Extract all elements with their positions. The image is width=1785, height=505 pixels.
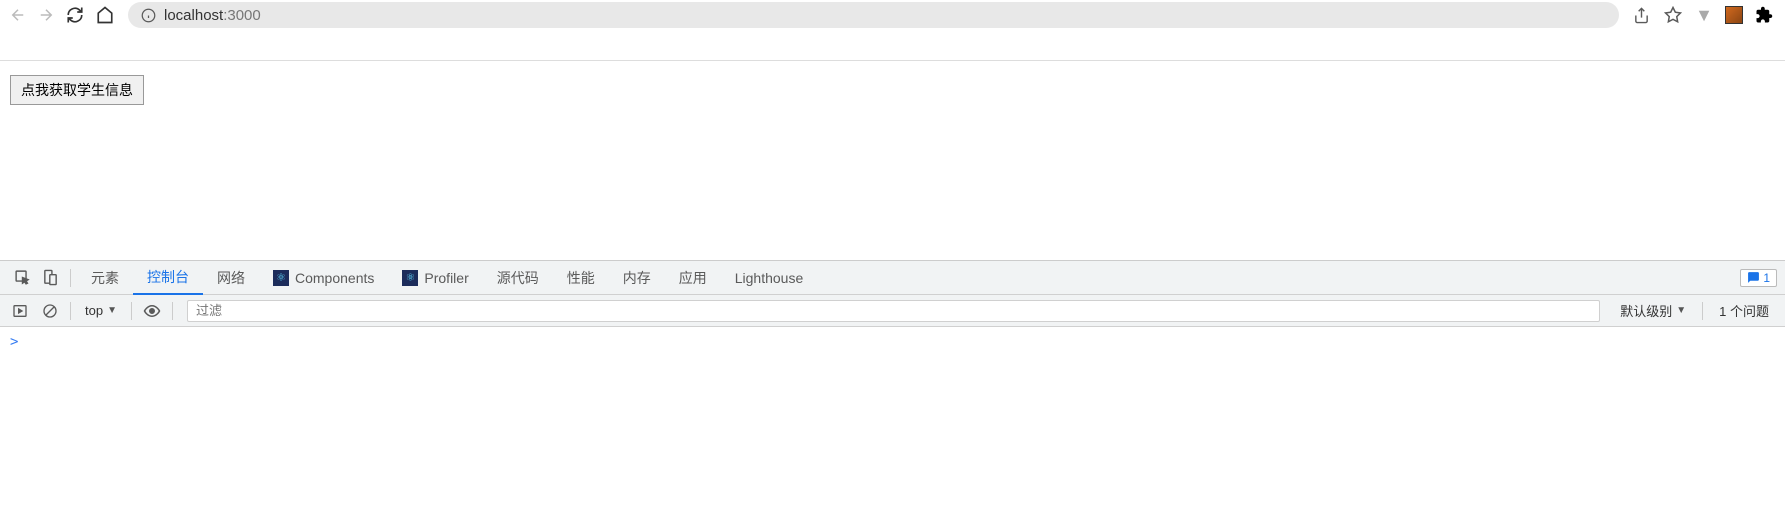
context-selector[interactable]: top ▼ [79,303,123,318]
messages-badge[interactable]: 1 [1740,269,1777,287]
devtools-panel: 元素 控制台 网络 ⚛ Components ⚛ Profiler 源代码 性能… [0,260,1785,505]
get-student-info-button[interactable]: 点我获取学生信息 [10,75,144,105]
tab-components[interactable]: ⚛ Components [259,261,388,295]
tab-memory[interactable]: 内存 [609,261,665,295]
browser-toolbar: localhost:3000 ▼ [0,0,1785,30]
console-prompt-icon: > [10,334,18,350]
clear-console-icon[interactable] [38,299,62,323]
problems-count[interactable]: 1 个问题 [1711,301,1777,320]
tab-profiler[interactable]: ⚛ Profiler [388,261,482,295]
tab-performance[interactable]: 性能 [553,261,609,295]
inspect-element-icon[interactable] [8,264,36,292]
extension-icon-1[interactable] [1725,6,1743,24]
live-expression-icon[interactable] [140,299,164,323]
tab-network[interactable]: 网络 [203,261,259,295]
toolbar-right: ▼ [1631,5,1777,26]
react-icon: ⚛ [402,270,418,286]
separator [172,302,173,320]
site-info-icon[interactable] [140,7,156,23]
home-button[interactable] [94,4,116,26]
toggle-sidebar-icon[interactable] [8,299,32,323]
separator [70,269,71,287]
forward-button[interactable] [36,5,56,25]
filter-input[interactable] [187,300,1600,322]
address-bar[interactable]: localhost:3000 [128,2,1619,28]
device-toolbar-icon[interactable] [36,264,64,292]
tab-sources[interactable]: 源代码 [483,261,553,295]
separator [131,302,132,320]
separator [70,302,71,320]
tab-application[interactable]: 应用 [665,261,721,295]
console-body[interactable]: > [0,327,1785,505]
dropdown-triangle-icon: ▼ [1676,305,1686,316]
console-toolbar: top ▼ 默认级别 ▼ 1 个问题 [0,295,1785,327]
tab-elements[interactable]: 元素 [77,261,133,295]
react-icon: ⚛ [273,270,289,286]
page-content: 点我获取学生信息 [0,60,1785,260]
share-icon[interactable] [1631,5,1651,25]
back-button[interactable] [8,5,28,25]
dropdown-triangle-icon: ▼ [107,305,117,316]
bookmark-icon[interactable] [1663,5,1683,25]
devtools-tabs: 元素 控制台 网络 ⚛ Components ⚛ Profiler 源代码 性能… [0,261,1785,295]
level-selector[interactable]: 默认级别 ▼ [1612,301,1694,320]
tab-lighthouse[interactable]: Lighthouse [721,261,818,295]
url-text: localhost:3000 [164,7,261,24]
chevron-down-icon[interactable]: ▼ [1695,5,1713,26]
tab-console[interactable]: 控制台 [133,261,203,295]
separator [1702,302,1703,320]
extensions-puzzle-icon[interactable] [1755,6,1773,24]
reload-button[interactable] [64,4,86,26]
